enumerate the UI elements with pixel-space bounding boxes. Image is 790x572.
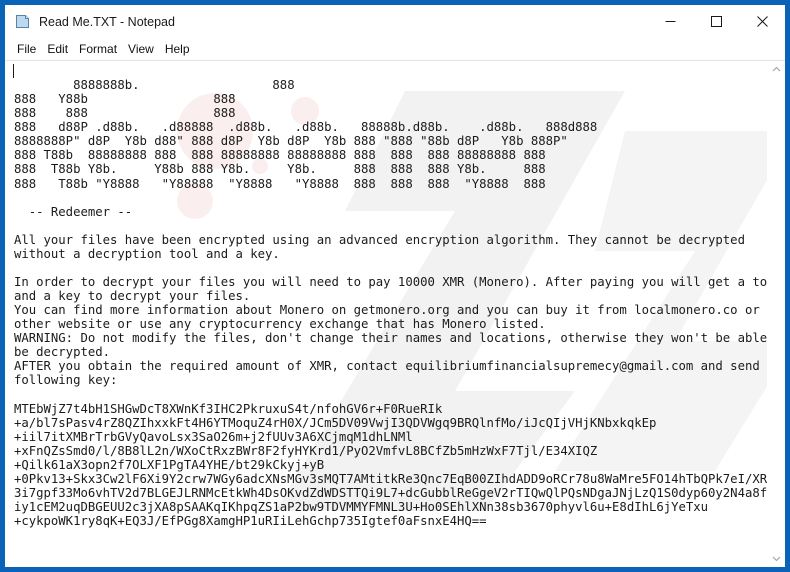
maximize-button[interactable]	[693, 5, 739, 38]
decryption-key-block: MTEbWjZ7t4bH1SHGwDcT8XWnKf3IHC2PkruxuS4t…	[14, 401, 767, 529]
scroll-down-button[interactable]	[768, 550, 785, 567]
note-heading: -- Redeemer --	[14, 204, 133, 219]
menu-item-view[interactable]: View	[123, 40, 160, 58]
text-editor[interactable]: 8888888b. 888 888 Y88b 888 888 888 888 8…	[5, 61, 767, 567]
text-caret	[13, 64, 14, 78]
menu-item-format[interactable]: Format	[74, 40, 123, 58]
menu-item-edit[interactable]: Edit	[42, 40, 74, 58]
scrollbar-track[interactable]	[768, 78, 785, 550]
menu-item-file[interactable]: File	[12, 40, 42, 58]
vertical-scrollbar[interactable]	[767, 61, 785, 567]
minimize-button[interactable]	[647, 5, 693, 38]
menu-bar: File Edit Format View Help	[5, 38, 785, 60]
close-button[interactable]	[739, 5, 785, 38]
title-bar: Read Me.TXT - Notepad	[5, 5, 785, 38]
scroll-up-button[interactable]	[768, 61, 785, 78]
editor-area: 8888888b. 888 888 Y88b 888 888 888 888 8…	[5, 60, 785, 567]
notepad-window: Read Me.TXT - Notepad File Edit Format V…	[0, 0, 790, 572]
document-text[interactable]: 8888888b. 888 888 Y88b 888 888 888 888 8…	[5, 61, 767, 542]
menu-item-help[interactable]: Help	[160, 40, 196, 58]
ascii-art-banner: 8888888b. 888 888 Y88b 888 888 888 888 8…	[14, 78, 598, 191]
window-title: Read Me.TXT - Notepad	[39, 14, 175, 29]
note-paragraph-2: In order to decrypt your files you will …	[14, 274, 767, 388]
window-controls	[647, 5, 785, 38]
title-bar-left: Read Me.TXT - Notepad	[5, 13, 647, 30]
note-paragraph-1: All your files have been encrypted using…	[14, 232, 745, 261]
notepad-document-icon	[14, 13, 31, 30]
